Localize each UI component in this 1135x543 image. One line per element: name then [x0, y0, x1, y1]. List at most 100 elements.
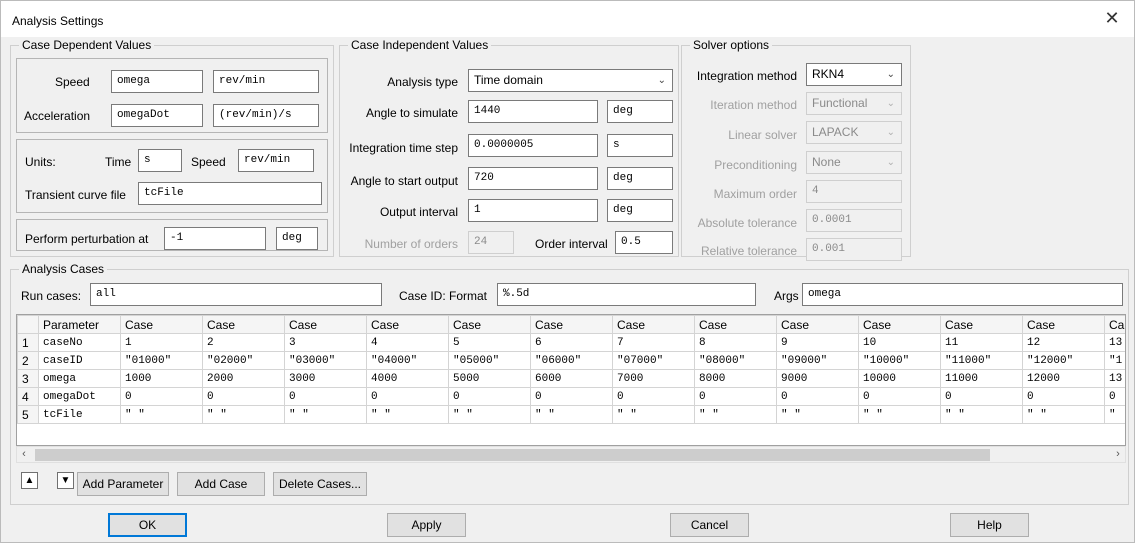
case-value-cell[interactable]: 12 — [1022, 333, 1105, 352]
case-value-cell[interactable]: "08000" — [694, 351, 777, 370]
apply-button[interactable]: Apply — [387, 513, 466, 537]
case-value-cell[interactable]: 12000 — [1022, 369, 1105, 388]
speed-unit-field[interactable]: rev/min — [213, 70, 319, 93]
column-header-case[interactable]: Ca — [1104, 315, 1125, 334]
case-id-format-field[interactable]: %.5d — [497, 283, 756, 306]
order-interval-field[interactable]: 0.5 — [615, 231, 673, 254]
case-value-cell[interactable]: 0 — [940, 387, 1023, 406]
case-value-cell[interactable]: 10 — [858, 333, 941, 352]
output-interval-unit-field[interactable]: deg — [607, 199, 673, 222]
column-header-case[interactable]: Case — [940, 315, 1023, 334]
case-value-cell[interactable]: 11000 — [940, 369, 1023, 388]
case-value-cell[interactable]: " " — [694, 405, 777, 424]
start-output-unit-field[interactable]: deg — [607, 167, 673, 190]
case-value-cell[interactable]: 4 — [366, 333, 449, 352]
horizontal-scrollbar[interactable]: ‹ › — [16, 446, 1126, 463]
case-value-cell[interactable]: "10000" — [858, 351, 941, 370]
case-value-cell[interactable]: 0 — [448, 387, 531, 406]
case-value-cell[interactable]: 8000 — [694, 369, 777, 388]
case-value-cell[interactable]: 9000 — [776, 369, 859, 388]
case-value-cell[interactable]: " " — [940, 405, 1023, 424]
speed-field[interactable]: omega — [111, 70, 203, 93]
cancel-button[interactable]: Cancel — [670, 513, 749, 537]
parameter-cell[interactable]: omegaDot — [38, 387, 121, 406]
row-number[interactable]: 3 — [17, 369, 39, 388]
perturbation-unit-field[interactable]: deg — [276, 227, 318, 250]
case-value-cell[interactable]: 10000 — [858, 369, 941, 388]
column-header-case[interactable]: Case — [366, 315, 449, 334]
case-value-cell[interactable]: 5000 — [448, 369, 531, 388]
case-value-cell[interactable]: 6 — [530, 333, 613, 352]
case-value-cell[interactable]: 1 — [120, 333, 203, 352]
column-header-case[interactable]: Case — [202, 315, 285, 334]
move-down-button[interactable]: ▼ — [57, 472, 74, 489]
case-value-cell[interactable]: 7000 — [612, 369, 695, 388]
case-value-cell[interactable]: "09000" — [776, 351, 859, 370]
case-value-cell[interactable]: 0 — [1104, 387, 1125, 406]
angle-simulate-unit-field[interactable]: deg — [607, 100, 673, 123]
case-value-cell[interactable]: "07000" — [612, 351, 695, 370]
row-number[interactable]: 1 — [17, 333, 39, 352]
column-header-case[interactable]: Case — [448, 315, 531, 334]
case-value-cell[interactable]: 0 — [612, 387, 695, 406]
row-number[interactable]: 2 — [17, 351, 39, 370]
case-value-cell[interactable]: "05000" — [448, 351, 531, 370]
time-step-unit-field[interactable]: s — [607, 134, 673, 157]
scroll-left-icon[interactable]: ‹ — [17, 447, 31, 462]
start-output-field[interactable]: 720 — [468, 167, 598, 190]
delete-cases-button[interactable]: Delete Cases... — [273, 472, 367, 496]
add-parameter-button[interactable]: Add Parameter — [77, 472, 169, 496]
scroll-right-icon[interactable]: › — [1111, 447, 1125, 462]
column-header-case[interactable]: Case — [694, 315, 777, 334]
case-value-cell[interactable]: " " — [120, 405, 203, 424]
case-value-cell[interactable]: 2000 — [202, 369, 285, 388]
case-value-cell[interactable]: "1 — [1104, 351, 1125, 370]
case-value-cell[interactable]: 0 — [530, 387, 613, 406]
help-button[interactable]: Help — [950, 513, 1029, 537]
analysis-type-select[interactable]: Time domain ⌄ — [468, 69, 673, 92]
time-step-field[interactable]: 0.0000005 — [468, 134, 598, 157]
add-case-button[interactable]: Add Case — [177, 472, 265, 496]
case-value-cell[interactable]: 0 — [694, 387, 777, 406]
case-value-cell[interactable]: 3 — [284, 333, 367, 352]
run-cases-field[interactable]: all — [90, 283, 382, 306]
row-number[interactable]: 5 — [17, 405, 39, 424]
case-value-cell[interactable]: 13 — [1104, 333, 1125, 352]
case-value-cell[interactable]: 2 — [202, 333, 285, 352]
case-value-cell[interactable]: 11 — [940, 333, 1023, 352]
parameter-cell[interactable]: caseNo — [38, 333, 121, 352]
column-header-case[interactable]: Case — [776, 315, 859, 334]
parameter-cell[interactable]: caseID — [38, 351, 121, 370]
time-unit-field[interactable]: s — [138, 149, 182, 172]
column-header-parameter[interactable]: Parameter — [38, 315, 121, 334]
case-value-cell[interactable]: 0 — [1022, 387, 1105, 406]
case-value-cell[interactable]: 8 — [694, 333, 777, 352]
case-value-cell[interactable]: 0 — [120, 387, 203, 406]
case-value-cell[interactable]: " " — [530, 405, 613, 424]
case-value-cell[interactable]: 0 — [366, 387, 449, 406]
row-number[interactable]: 4 — [17, 387, 39, 406]
case-value-cell[interactable]: 0 — [858, 387, 941, 406]
case-value-cell[interactable]: 0 — [284, 387, 367, 406]
case-value-cell[interactable]: " " — [366, 405, 449, 424]
case-value-cell[interactable]: "06000" — [530, 351, 613, 370]
perturbation-field[interactable]: -1 — [164, 227, 266, 250]
column-header-case[interactable]: Case — [1022, 315, 1105, 334]
column-header-case[interactable]: Case — [858, 315, 941, 334]
case-value-cell[interactable]: 13 — [1104, 369, 1125, 388]
parameter-cell[interactable]: tcFile — [38, 405, 121, 424]
case-value-cell[interactable]: 4000 — [366, 369, 449, 388]
args-field[interactable]: omega — [802, 283, 1123, 306]
case-value-cell[interactable]: " " — [1022, 405, 1105, 424]
case-value-cell[interactable]: "11000" — [940, 351, 1023, 370]
case-value-cell[interactable]: " " — [858, 405, 941, 424]
case-value-cell[interactable]: "04000" — [366, 351, 449, 370]
column-header-case[interactable]: Case — [530, 315, 613, 334]
case-value-cell[interactable]: " " — [284, 405, 367, 424]
scrollbar-thumb[interactable] — [35, 449, 990, 461]
case-value-cell[interactable]: 3000 — [284, 369, 367, 388]
ok-button[interactable]: OK — [108, 513, 187, 537]
case-value-cell[interactable]: 5 — [448, 333, 531, 352]
acceleration-field[interactable]: omegaDot — [111, 104, 203, 127]
case-value-cell[interactable]: " " — [776, 405, 859, 424]
